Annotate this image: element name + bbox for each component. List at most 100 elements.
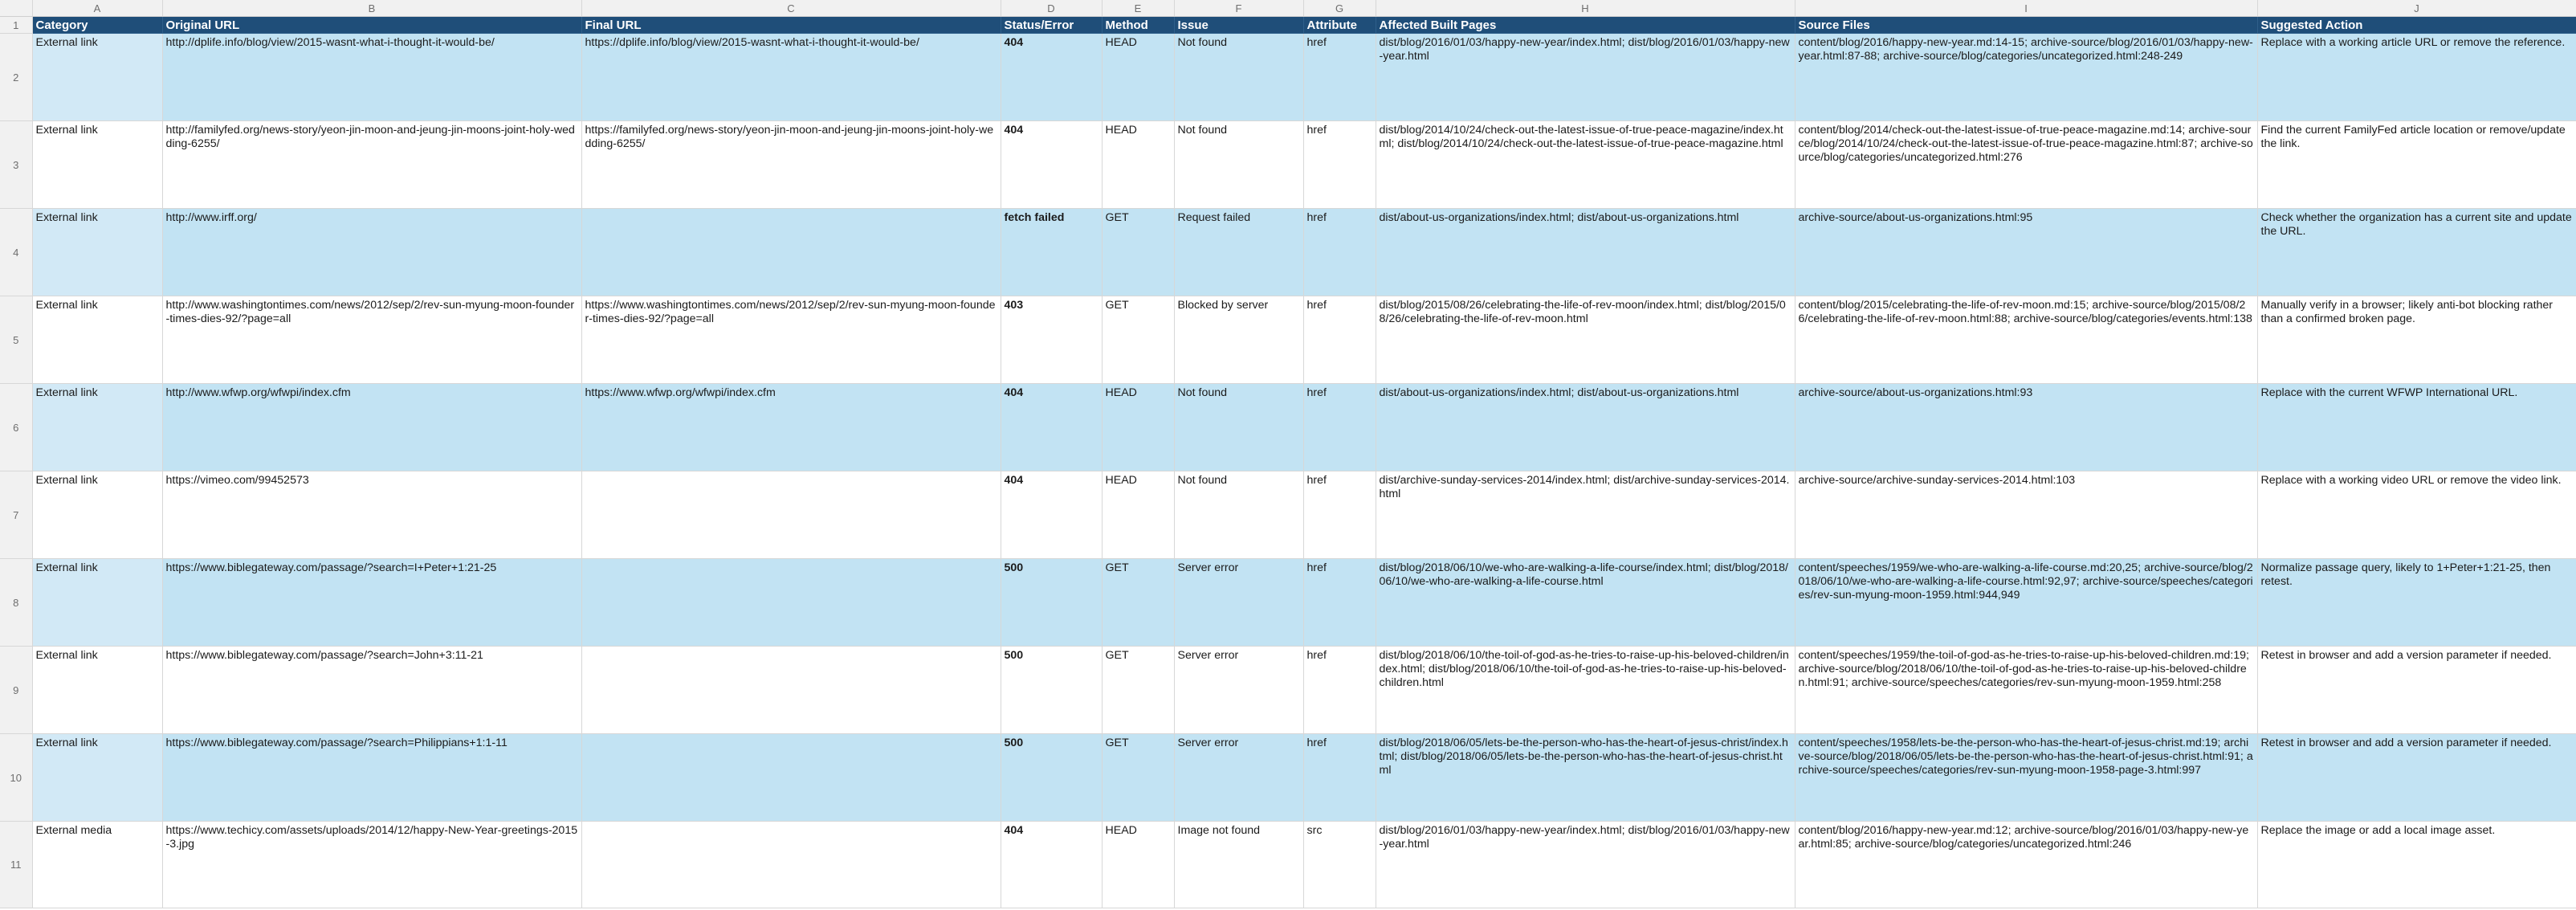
- cell-category[interactable]: External link: [32, 471, 163, 559]
- cell-original-url[interactable]: http://dplife.info/blog/view/2015-wasnt-…: [162, 33, 582, 121]
- cell-attribute[interactable]: href: [1303, 208, 1376, 296]
- cell-issue[interactable]: Blocked by server: [1174, 296, 1304, 384]
- cell-method[interactable]: HEAD: [1102, 471, 1175, 559]
- cell-attribute[interactable]: href: [1303, 558, 1376, 647]
- column-letter-f[interactable]: F: [1174, 0, 1304, 17]
- cell-issue[interactable]: Not found: [1174, 33, 1304, 121]
- cell-issue[interactable]: Server error: [1174, 558, 1304, 647]
- cell-source-files[interactable]: archive-source/about-us-organizations.ht…: [1795, 208, 2258, 296]
- cell-original-url[interactable]: https://vimeo.com/99452573: [162, 471, 582, 559]
- cell-final-url[interactable]: https://dplife.info/blog/view/2015-wasnt…: [581, 33, 1001, 121]
- row-number[interactable]: 11: [0, 821, 33, 908]
- cell-original-url[interactable]: http://www.irff.org/: [162, 208, 582, 296]
- cell-source-files[interactable]: content/speeches/1958/lets-be-the-person…: [1795, 733, 2258, 822]
- cell-method[interactable]: GET: [1102, 733, 1175, 822]
- cell-original-url[interactable]: https://www.biblegateway.com/passage/?se…: [162, 558, 582, 647]
- cell-original-url[interactable]: https://www.biblegateway.com/passage/?se…: [162, 646, 582, 734]
- cell-issue[interactable]: Not found: [1174, 383, 1304, 471]
- cell-final-url[interactable]: https://www.wfwp.org/wfwpi/index.cfm: [581, 383, 1001, 471]
- cell-status[interactable]: 403: [1001, 296, 1103, 384]
- cell-source-files[interactable]: content/blog/2015/celebrating-the-life-o…: [1795, 296, 2258, 384]
- cell-affected-pages[interactable]: dist/blog/2018/06/10/we-who-are-walking-…: [1376, 558, 1795, 647]
- cell-suggested-action[interactable]: Replace with the current WFWP Internatio…: [2257, 383, 2576, 471]
- cell-source-files[interactable]: archive-source/about-us-organizations.ht…: [1795, 383, 2258, 471]
- cell-suggested-action[interactable]: Find the current FamilyFed article locat…: [2257, 120, 2576, 209]
- cell-method[interactable]: GET: [1102, 558, 1175, 647]
- cell-affected-pages[interactable]: dist/archive-sunday-services-2014/index.…: [1376, 471, 1795, 559]
- cell-status[interactable]: 404: [1001, 33, 1103, 121]
- cell-method[interactable]: GET: [1102, 646, 1175, 734]
- cell-original-url[interactable]: http://www.washingtontimes.com/news/2012…: [162, 296, 582, 384]
- cell-suggested-action[interactable]: Manually verify in a browser; likely ant…: [2257, 296, 2576, 384]
- header-cell-source-files[interactable]: Source Files: [1795, 16, 2258, 34]
- row-number[interactable]: 5: [0, 296, 33, 384]
- cell-original-url[interactable]: https://www.techicy.com/assets/uploads/2…: [162, 821, 582, 908]
- header-cell-attribute[interactable]: Attribute: [1303, 16, 1376, 34]
- cell-attribute[interactable]: href: [1303, 646, 1376, 734]
- column-letter-h[interactable]: H: [1376, 0, 1795, 17]
- cell-attribute[interactable]: href: [1303, 33, 1376, 121]
- cell-status[interactable]: 404: [1001, 120, 1103, 209]
- row-number[interactable]: 2: [0, 33, 33, 121]
- cell-category[interactable]: External link: [32, 733, 163, 822]
- cell-category[interactable]: External link: [32, 646, 163, 734]
- cell-status[interactable]: 404: [1001, 471, 1103, 559]
- cell-status[interactable]: 500: [1001, 646, 1103, 734]
- cell-final-url[interactable]: [581, 208, 1001, 296]
- cell-original-url[interactable]: http://familyfed.org/news-story/yeon-jin…: [162, 120, 582, 209]
- cell-final-url[interactable]: [581, 821, 1001, 908]
- column-letter-c[interactable]: C: [581, 0, 1001, 17]
- header-cell-issue[interactable]: Issue: [1174, 16, 1304, 34]
- column-letter-b[interactable]: B: [162, 0, 582, 17]
- cell-status[interactable]: fetch failed: [1001, 208, 1103, 296]
- cell-suggested-action[interactable]: Normalize passage query, likely to 1+Pet…: [2257, 558, 2576, 647]
- cell-suggested-action[interactable]: Replace the image or add a local image a…: [2257, 821, 2576, 908]
- header-cell-original-url[interactable]: Original URL: [162, 16, 582, 34]
- cell-source-files[interactable]: content/speeches/1959/we-who-are-walking…: [1795, 558, 2258, 647]
- cell-source-files[interactable]: content/speeches/1959/the-toil-of-god-as…: [1795, 646, 2258, 734]
- cell-affected-pages[interactable]: dist/blog/2018/06/10/the-toil-of-god-as-…: [1376, 646, 1795, 734]
- column-letter-a[interactable]: A: [32, 0, 163, 17]
- cell-original-url[interactable]: https://www.biblegateway.com/passage/?se…: [162, 733, 582, 822]
- cell-issue[interactable]: Server error: [1174, 646, 1304, 734]
- cell-affected-pages[interactable]: dist/blog/2015/08/26/celebrating-the-lif…: [1376, 296, 1795, 384]
- row-number[interactable]: 8: [0, 558, 33, 647]
- cell-affected-pages[interactable]: dist/blog/2016/01/03/happy-new-year/inde…: [1376, 33, 1795, 121]
- cell-affected-pages[interactable]: dist/blog/2014/10/24/check-out-the-lates…: [1376, 120, 1795, 209]
- row-number[interactable]: 10: [0, 733, 33, 822]
- cell-suggested-action[interactable]: Check whether the organization has a cur…: [2257, 208, 2576, 296]
- row-number[interactable]: 4: [0, 208, 33, 296]
- cell-final-url[interactable]: [581, 646, 1001, 734]
- cell-status[interactable]: 404: [1001, 821, 1103, 908]
- cell-source-files[interactable]: content/blog/2016/happy-new-year.md:12; …: [1795, 821, 2258, 908]
- column-letter-i[interactable]: I: [1795, 0, 2258, 17]
- cell-issue[interactable]: Image not found: [1174, 821, 1304, 908]
- cell-attribute[interactable]: href: [1303, 296, 1376, 384]
- cell-source-files[interactable]: content/blog/2016/happy-new-year.md:14-1…: [1795, 33, 2258, 121]
- cell-category[interactable]: External link: [32, 33, 163, 121]
- cell-final-url[interactable]: [581, 733, 1001, 822]
- row-number[interactable]: 7: [0, 471, 33, 559]
- cell-suggested-action[interactable]: Retest in browser and add a version para…: [2257, 646, 2576, 734]
- header-cell-method[interactable]: Method: [1102, 16, 1175, 34]
- header-cell-category[interactable]: Category: [32, 16, 163, 34]
- cell-attribute[interactable]: src: [1303, 821, 1376, 908]
- header-cell-suggested-action[interactable]: Suggested Action: [2257, 16, 2576, 34]
- cell-category[interactable]: External link: [32, 296, 163, 384]
- cell-suggested-action[interactable]: Replace with a working video URL or remo…: [2257, 471, 2576, 559]
- cell-attribute[interactable]: href: [1303, 120, 1376, 209]
- cell-issue[interactable]: Not found: [1174, 471, 1304, 559]
- header-cell-status[interactable]: Status/Error: [1001, 16, 1103, 34]
- select-all-corner[interactable]: [0, 0, 33, 17]
- cell-method[interactable]: HEAD: [1102, 383, 1175, 471]
- cell-category[interactable]: External link: [32, 383, 163, 471]
- cell-final-url[interactable]: https://familyfed.org/news-story/yeon-ji…: [581, 120, 1001, 209]
- cell-attribute[interactable]: href: [1303, 471, 1376, 559]
- row-number[interactable]: 6: [0, 383, 33, 471]
- cell-category[interactable]: External link: [32, 208, 163, 296]
- cell-method[interactable]: GET: [1102, 296, 1175, 384]
- cell-issue[interactable]: Request failed: [1174, 208, 1304, 296]
- cell-issue[interactable]: Server error: [1174, 733, 1304, 822]
- cell-affected-pages[interactable]: dist/about-us-organizations/index.html; …: [1376, 208, 1795, 296]
- cell-suggested-action[interactable]: Replace with a working article URL or re…: [2257, 33, 2576, 121]
